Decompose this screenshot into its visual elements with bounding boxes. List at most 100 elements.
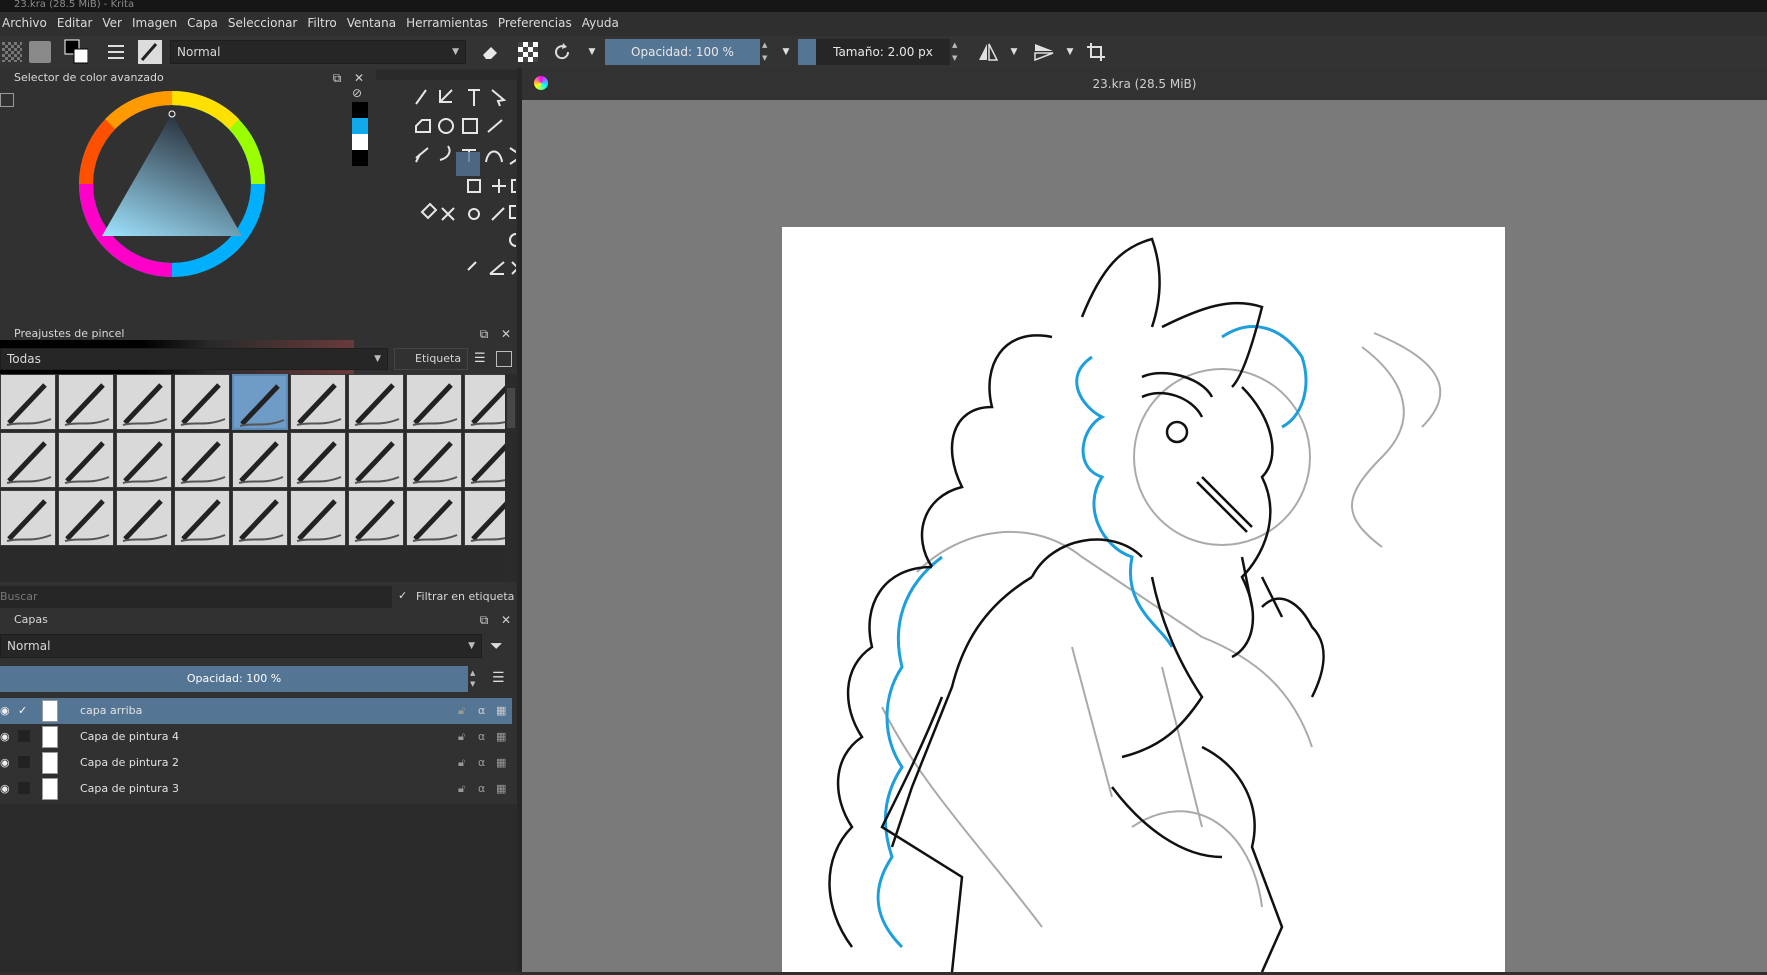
close-icon[interactable]: ✕ (499, 613, 513, 627)
brush-preset-tile[interactable] (348, 374, 404, 430)
brush-preset-tile[interactable] (406, 374, 462, 430)
brush-preset-tile[interactable] (58, 490, 114, 546)
brush-preset-tile[interactable] (232, 490, 288, 546)
close-icon[interactable]: ✕ (499, 327, 513, 341)
brush-preset-tile[interactable] (290, 374, 346, 430)
brush-preset-tile[interactable] (0, 374, 56, 430)
brush-preset-tile[interactable] (174, 490, 230, 546)
menu-seleccionar[interactable]: Seleccionar (226, 16, 299, 30)
menu-herramientas[interactable]: Herramientas (404, 16, 490, 30)
checkbox[interactable] (18, 730, 30, 742)
freehand-brush-tool[interactable] (456, 152, 480, 176)
eye-icon[interactable]: ◉ (0, 724, 14, 750)
alpha-lock-icon[interactable] (516, 40, 540, 64)
chevron-down-icon[interactable]: ▼ (1002, 40, 1026, 64)
inherit-alpha-icon[interactable]: ▦ (496, 698, 506, 724)
brush-preset-tile[interactable] (464, 374, 505, 430)
menu-ventana[interactable]: Ventana (345, 16, 398, 30)
brush-preset-tile[interactable] (406, 490, 462, 546)
brush-preset-tile[interactable] (290, 432, 346, 488)
menu-icon[interactable]: ☰ (492, 669, 510, 687)
brush-preset-tile[interactable] (0, 490, 56, 546)
brush-preset-tile[interactable] (232, 432, 288, 488)
brush-preset-tile[interactable] (348, 432, 404, 488)
layer-row[interactable]: ◉ ✓ capa arriba 🔓︎ α ▦ (0, 698, 512, 724)
brush-preset-tile[interactable] (464, 432, 505, 488)
menu-capa[interactable]: Capa (185, 16, 220, 30)
alpha-icon[interactable]: α (478, 776, 485, 802)
checkmark-icon[interactable]: ✓ (18, 704, 32, 718)
canvas-tab[interactable]: 23.kra (28.5 MiB) (522, 68, 1767, 100)
eye-icon[interactable]: ◉ (0, 750, 14, 776)
close-icon[interactable]: ✕ (352, 71, 366, 85)
menu-ayuda[interactable]: Ayuda (580, 16, 621, 30)
filter-icon[interactable]: ⏷ (490, 636, 510, 656)
menu-filtro[interactable]: Filtro (305, 16, 338, 30)
brush-preset-tile[interactable] (58, 374, 114, 430)
layer-row[interactable]: ◉ Capa de pintura 4 🔓︎ α ▦ (0, 724, 512, 750)
eye-icon[interactable]: ◉ (0, 698, 14, 724)
layer-row[interactable]: ◉ Capa de pintura 3 🔓︎ α ▦ (0, 776, 512, 802)
lock-icon[interactable]: 🔓︎ (458, 698, 465, 724)
list-view-icon[interactable]: ☰ (474, 351, 490, 367)
opacity-slider[interactable]: Opacidad: 100 % (605, 39, 760, 65)
drawing-canvas[interactable] (782, 227, 1505, 973)
checkmark-icon[interactable]: ✓ (398, 589, 412, 603)
history-swatch-white[interactable] (352, 134, 368, 150)
brush-search-input[interactable]: Buscar (0, 586, 392, 608)
size-slider[interactable]: Tamaño: 2.00 px (798, 39, 950, 65)
inherit-alpha-icon[interactable]: ▦ (496, 750, 506, 776)
chevron-down-icon[interactable]: ▼ (1058, 40, 1082, 64)
menu-editar[interactable]: Editar (55, 16, 95, 30)
lock-icon[interactable]: 🔓︎ (458, 724, 465, 750)
clear-history-icon[interactable]: ⊘ (352, 86, 368, 102)
inherit-alpha-icon[interactable]: ▦ (496, 724, 506, 750)
history-swatch-black[interactable] (352, 150, 368, 166)
lock-icon[interactable]: 🔓︎ (458, 750, 465, 776)
menu-archivo[interactable]: Archivo (0, 16, 49, 30)
mirror-vertical-icon[interactable] (1032, 40, 1056, 64)
lock-icon[interactable]: 🔓︎ (458, 776, 465, 802)
chevron-down-icon[interactable]: ▼ (774, 40, 798, 64)
brush-preset-tile[interactable] (116, 432, 172, 488)
history-swatch-blue[interactable] (352, 118, 368, 134)
brush-preset-tile[interactable] (290, 490, 346, 546)
menu-preferencias[interactable]: Preferencias (496, 16, 574, 30)
blend-mode-dropdown[interactable]: Normal ▼ (170, 40, 466, 64)
menu-ver[interactable]: Ver (100, 16, 124, 30)
brush-preset-tile[interactable] (116, 374, 172, 430)
brush-preset-tile[interactable] (406, 432, 462, 488)
size-spin-icon[interactable]: ▲ ▼ (952, 39, 962, 65)
checkbox[interactable] (18, 782, 30, 794)
alpha-icon[interactable]: α (478, 724, 485, 750)
wrap-around-icon[interactable] (1084, 40, 1108, 64)
float-panel-icon[interactable]: ⧉ (330, 71, 344, 85)
alpha-icon[interactable]: α (478, 750, 485, 776)
mirror-horizontal-icon[interactable] (976, 40, 1000, 64)
layer-opacity-slider[interactable]: Opacidad: 100 % (0, 666, 468, 692)
brush-preset-tile[interactable] (174, 374, 230, 430)
brush-preset-tile[interactable] (348, 490, 404, 546)
layer-blend-mode-dropdown[interactable]: Normal ▼ (0, 634, 482, 658)
gradient-icon[interactable] (0, 40, 24, 64)
tag-button[interactable]: Etiqueta (394, 348, 468, 370)
color-wheel[interactable] (74, 86, 270, 282)
preset-settings-icon[interactable] (496, 351, 512, 367)
eraser-icon[interactable] (478, 40, 502, 64)
brush-grid-scrollbar[interactable] (505, 374, 517, 582)
pattern-icon[interactable] (28, 40, 52, 64)
float-panel-icon[interactable]: ⧉ (477, 613, 491, 627)
reload-preset-icon[interactable] (550, 40, 574, 64)
checkbox[interactable] (18, 756, 30, 768)
brush-preset-tile[interactable] (174, 432, 230, 488)
brush-preset-icon[interactable] (138, 40, 162, 64)
float-panel-icon[interactable]: ⧉ (477, 327, 491, 341)
brush-preset-tile[interactable] (464, 490, 505, 546)
menu-imagen[interactable]: Imagen (130, 16, 179, 30)
brush-preset-tile[interactable] (116, 490, 172, 546)
inherit-alpha-icon[interactable]: ▦ (496, 776, 506, 802)
chevron-down-icon[interactable]: ▼ (580, 40, 604, 64)
foreground-background-color-icon[interactable] (64, 39, 88, 64)
brush-preset-tile[interactable] (58, 432, 114, 488)
opacity-spin-icon[interactable]: ▲ ▼ (470, 668, 480, 690)
